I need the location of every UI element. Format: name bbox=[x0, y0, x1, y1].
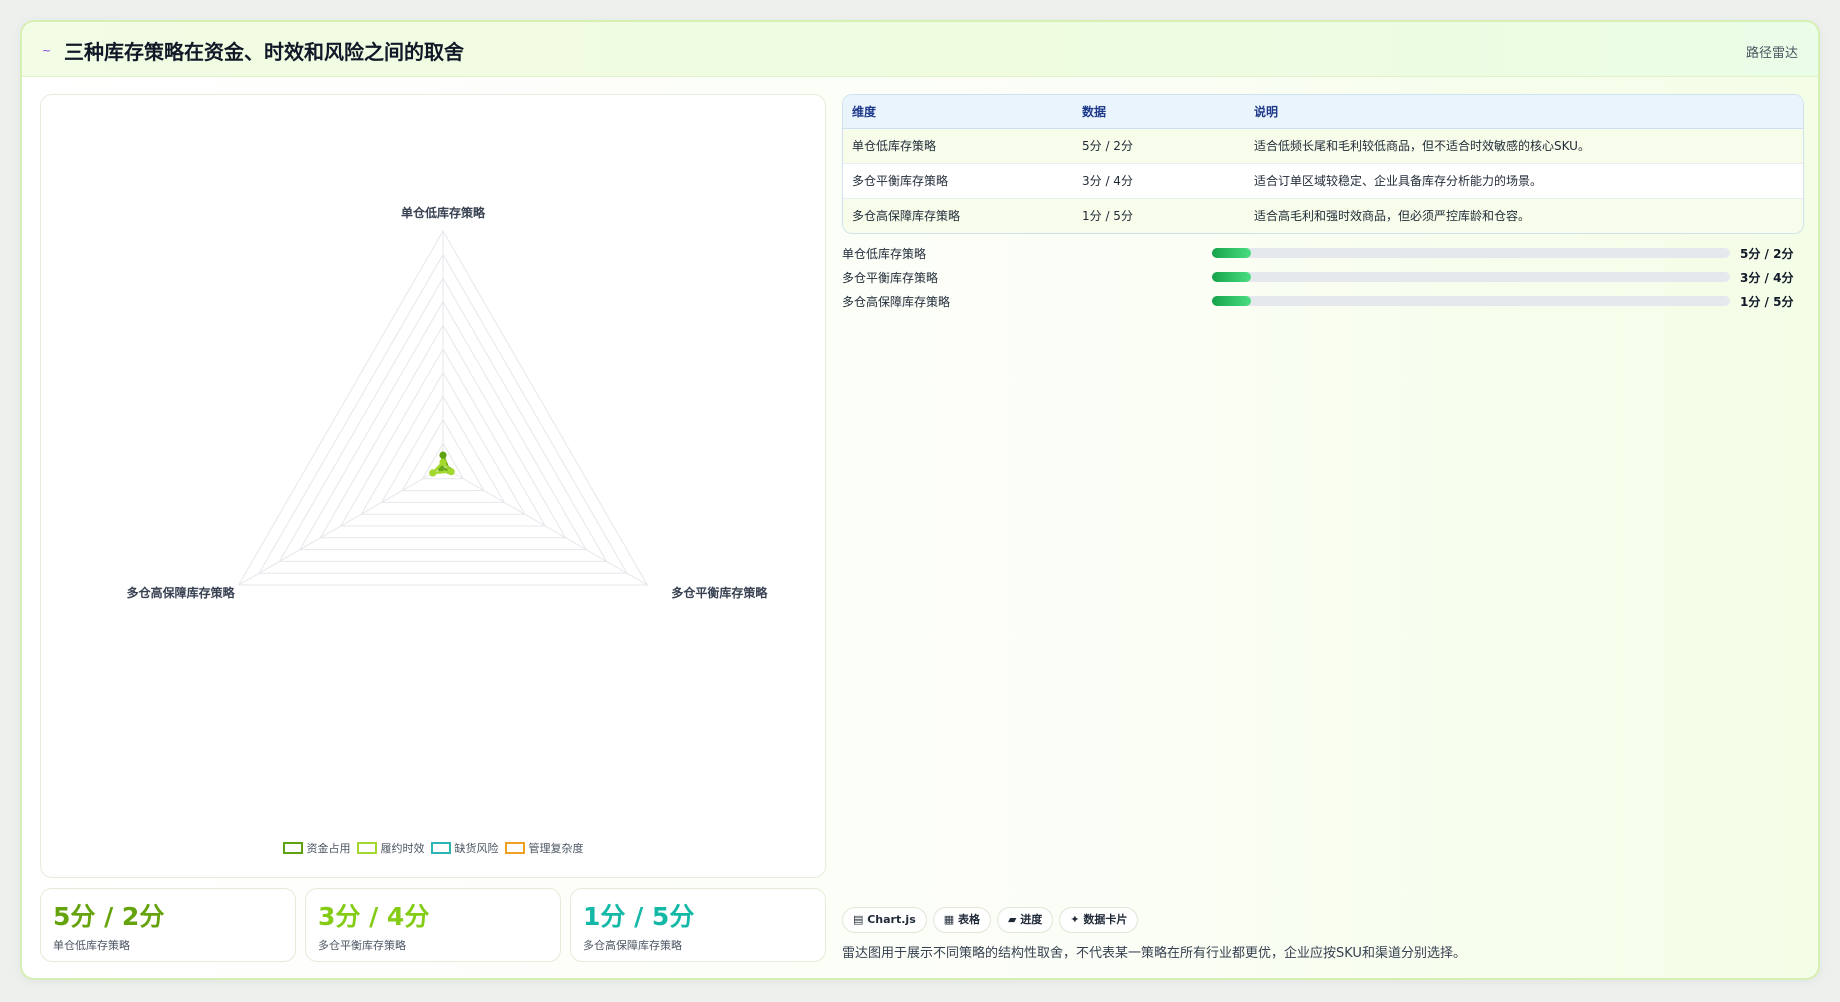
chip-label: 数据卡片 bbox=[1083, 913, 1128, 926]
legend-item[interactable]: 管理复杂度 bbox=[504, 840, 584, 856]
chip-sparkle[interactable]: ✦ 数据卡片 bbox=[1059, 907, 1139, 933]
bar-chart-icon: ▤ bbox=[853, 913, 868, 926]
strategy-table: 维度 数据 说明 单仓低库存策略 5分 / 2分 适合低频长尾和毛利较低商品，但… bbox=[842, 94, 1804, 234]
progress-fill bbox=[1212, 296, 1251, 306]
progress-label: 多仓高保障库存策略 bbox=[842, 295, 951, 309]
table-cell-dimension: 单仓低库存策略 bbox=[843, 128, 1073, 164]
sparkle-icon: ✦ bbox=[1070, 913, 1084, 926]
progress-fill bbox=[1212, 272, 1251, 282]
table-icon: ▦ bbox=[943, 913, 958, 926]
page-title: 三种库存策略在资金、时效和风险之间的取舍 bbox=[64, 40, 464, 64]
stat-label: 单仓低库存策略 bbox=[53, 939, 130, 952]
table-row: 单仓低库存策略 5分 / 2分 适合低频长尾和毛利较低商品，但不适合时效敏感的核… bbox=[843, 128, 1803, 164]
view-tag: 路径雷达 bbox=[1745, 46, 1798, 61]
radar-axis-label: 多仓高保障库存策略 bbox=[127, 585, 236, 600]
legend-swatch bbox=[282, 842, 303, 854]
progress-track bbox=[1212, 296, 1730, 306]
chip-progress[interactable]: ▰ 进度 bbox=[996, 907, 1054, 933]
legend-swatch bbox=[430, 842, 451, 854]
chart-legend: 资金占用 履约时效 缺货风险 管理复杂度 bbox=[41, 840, 825, 856]
radar-data-point bbox=[447, 468, 455, 476]
stat-card: 5分 / 2分单仓低库存策略 bbox=[40, 888, 296, 962]
progress-fill bbox=[1212, 248, 1251, 258]
table-row: 多仓平衡库存策略 3分 / 4分 适合订单区域较稳定、企业具备库存分析能力的场景… bbox=[843, 163, 1803, 199]
progress-value: 5分 / 2分 bbox=[1740, 247, 1794, 261]
stat-label: 多仓高保障库存策略 bbox=[583, 939, 682, 952]
radar-data-point bbox=[439, 451, 447, 459]
column-header-data: 数据 bbox=[1073, 95, 1245, 129]
radar-data-point bbox=[429, 469, 437, 477]
column-header-note: 说明 bbox=[1245, 95, 1803, 129]
table-cell-note: 适合高毛利和强时效商品，但必须严控库龄和仓容。 bbox=[1245, 198, 1803, 233]
stat-card: 3分 / 4分多仓平衡库存策略 bbox=[305, 888, 561, 962]
progress-row: 多仓高保障库存策略 1分 / 5分 bbox=[842, 291, 1802, 311]
table-header-row: 维度 数据 说明 bbox=[843, 95, 1803, 129]
chip-table[interactable]: ▦ 表格 bbox=[932, 907, 991, 933]
table-cell-data: 5分 / 2分 bbox=[1073, 128, 1245, 164]
stat-label: 多仓平衡库存策略 bbox=[318, 939, 406, 952]
chip-label: 进度 bbox=[1020, 913, 1043, 926]
progress-label: 单仓低库存策略 bbox=[842, 247, 927, 261]
legend-item[interactable]: 缺货风险 bbox=[430, 840, 499, 856]
chip-bar-chart[interactable]: ▤ Chart.js bbox=[842, 907, 927, 933]
legend-item[interactable]: 履约时效 bbox=[356, 840, 425, 856]
radar-axis-label: 单仓低库存策略 bbox=[401, 205, 486, 220]
radar-chart-panel: 单仓低库存策略多仓平衡库存策略 多仓高保障库存策略 资金占用 履约时效 缺货风险 管理复… bbox=[40, 94, 826, 878]
legend-label: 缺货风险 bbox=[454, 842, 499, 855]
progress-label: 多仓平衡库存策略 bbox=[842, 271, 939, 285]
chart-footnote: 雷达图用于展示不同策略的结构性取舍，不代表某一策略在所有行业都更优，企业应按SK… bbox=[842, 946, 1466, 961]
flag-icon: ~ bbox=[42, 44, 52, 57]
legend-item[interactable]: 资金占用 bbox=[282, 840, 351, 856]
progress-value: 3分 / 4分 bbox=[1740, 271, 1794, 285]
stat-value: 5分 / 2分 bbox=[53, 902, 165, 931]
stat-card: 1分 / 5分多仓高保障库存策略 bbox=[570, 888, 826, 962]
tech-chips: ▤ Chart.js ▦ 表格 ▰ 进度 ✦ 数据卡片 bbox=[842, 907, 1144, 933]
table-cell-dimension: 多仓平衡库存策略 bbox=[843, 163, 1073, 199]
strategy-radar-card: ~ 三种库存策略在资金、时效和风险之间的取舍 路径雷达 单仓低库存策略 多仓平衡库… bbox=[20, 20, 1820, 980]
radar-data-point bbox=[439, 458, 447, 466]
table-cell-data: 3分 / 4分 bbox=[1073, 163, 1245, 199]
card-header: ~ 三种库存策略在资金、时效和风险之间的取舍 路径雷达 bbox=[22, 22, 1818, 77]
legend-swatch bbox=[504, 842, 525, 854]
legend-label: 管理复杂度 bbox=[528, 842, 584, 855]
stat-value: 3分 / 4分 bbox=[318, 902, 430, 931]
legend-label: 履约时效 bbox=[380, 842, 425, 855]
progress-row: 单仓低库存策略 5分 / 2分 bbox=[842, 243, 1802, 263]
table-cell-data: 1分 / 5分 bbox=[1073, 198, 1245, 233]
progress-track bbox=[1212, 248, 1730, 258]
column-header-dimension: 维度 bbox=[843, 95, 1073, 129]
table-cell-note: 适合低频长尾和毛利较低商品，但不适合时效敏感的核心SKU。 bbox=[1245, 128, 1803, 164]
radar-axis-label: 多仓平衡库存策略 bbox=[671, 585, 768, 600]
progress-row: 多仓平衡库存策略 3分 / 4分 bbox=[842, 267, 1802, 287]
table-row: 多仓高保障库存策略 1分 / 5分 适合高毛利和强时效商品，但必须严控库龄和仓容… bbox=[843, 198, 1803, 233]
table-cell-dimension: 多仓高保障库存策略 bbox=[843, 198, 1073, 233]
progress-track bbox=[1212, 272, 1730, 282]
progress-icon: ▰ bbox=[1007, 913, 1021, 926]
chip-label: Chart.js bbox=[867, 913, 916, 926]
stat-value: 1分 / 5分 bbox=[583, 902, 695, 931]
legend-swatch bbox=[356, 842, 377, 854]
chip-label: 表格 bbox=[957, 913, 980, 926]
radar-chart: 单仓低库存策略多仓平衡库存策略 多仓高保障库存策略 bbox=[127, 205, 769, 600]
progress-value: 1分 / 5分 bbox=[1740, 295, 1794, 309]
table-cell-note: 适合订单区域较稳定、企业具备库存分析能力的场景。 bbox=[1245, 163, 1803, 199]
legend-label: 资金占用 bbox=[306, 842, 351, 855]
